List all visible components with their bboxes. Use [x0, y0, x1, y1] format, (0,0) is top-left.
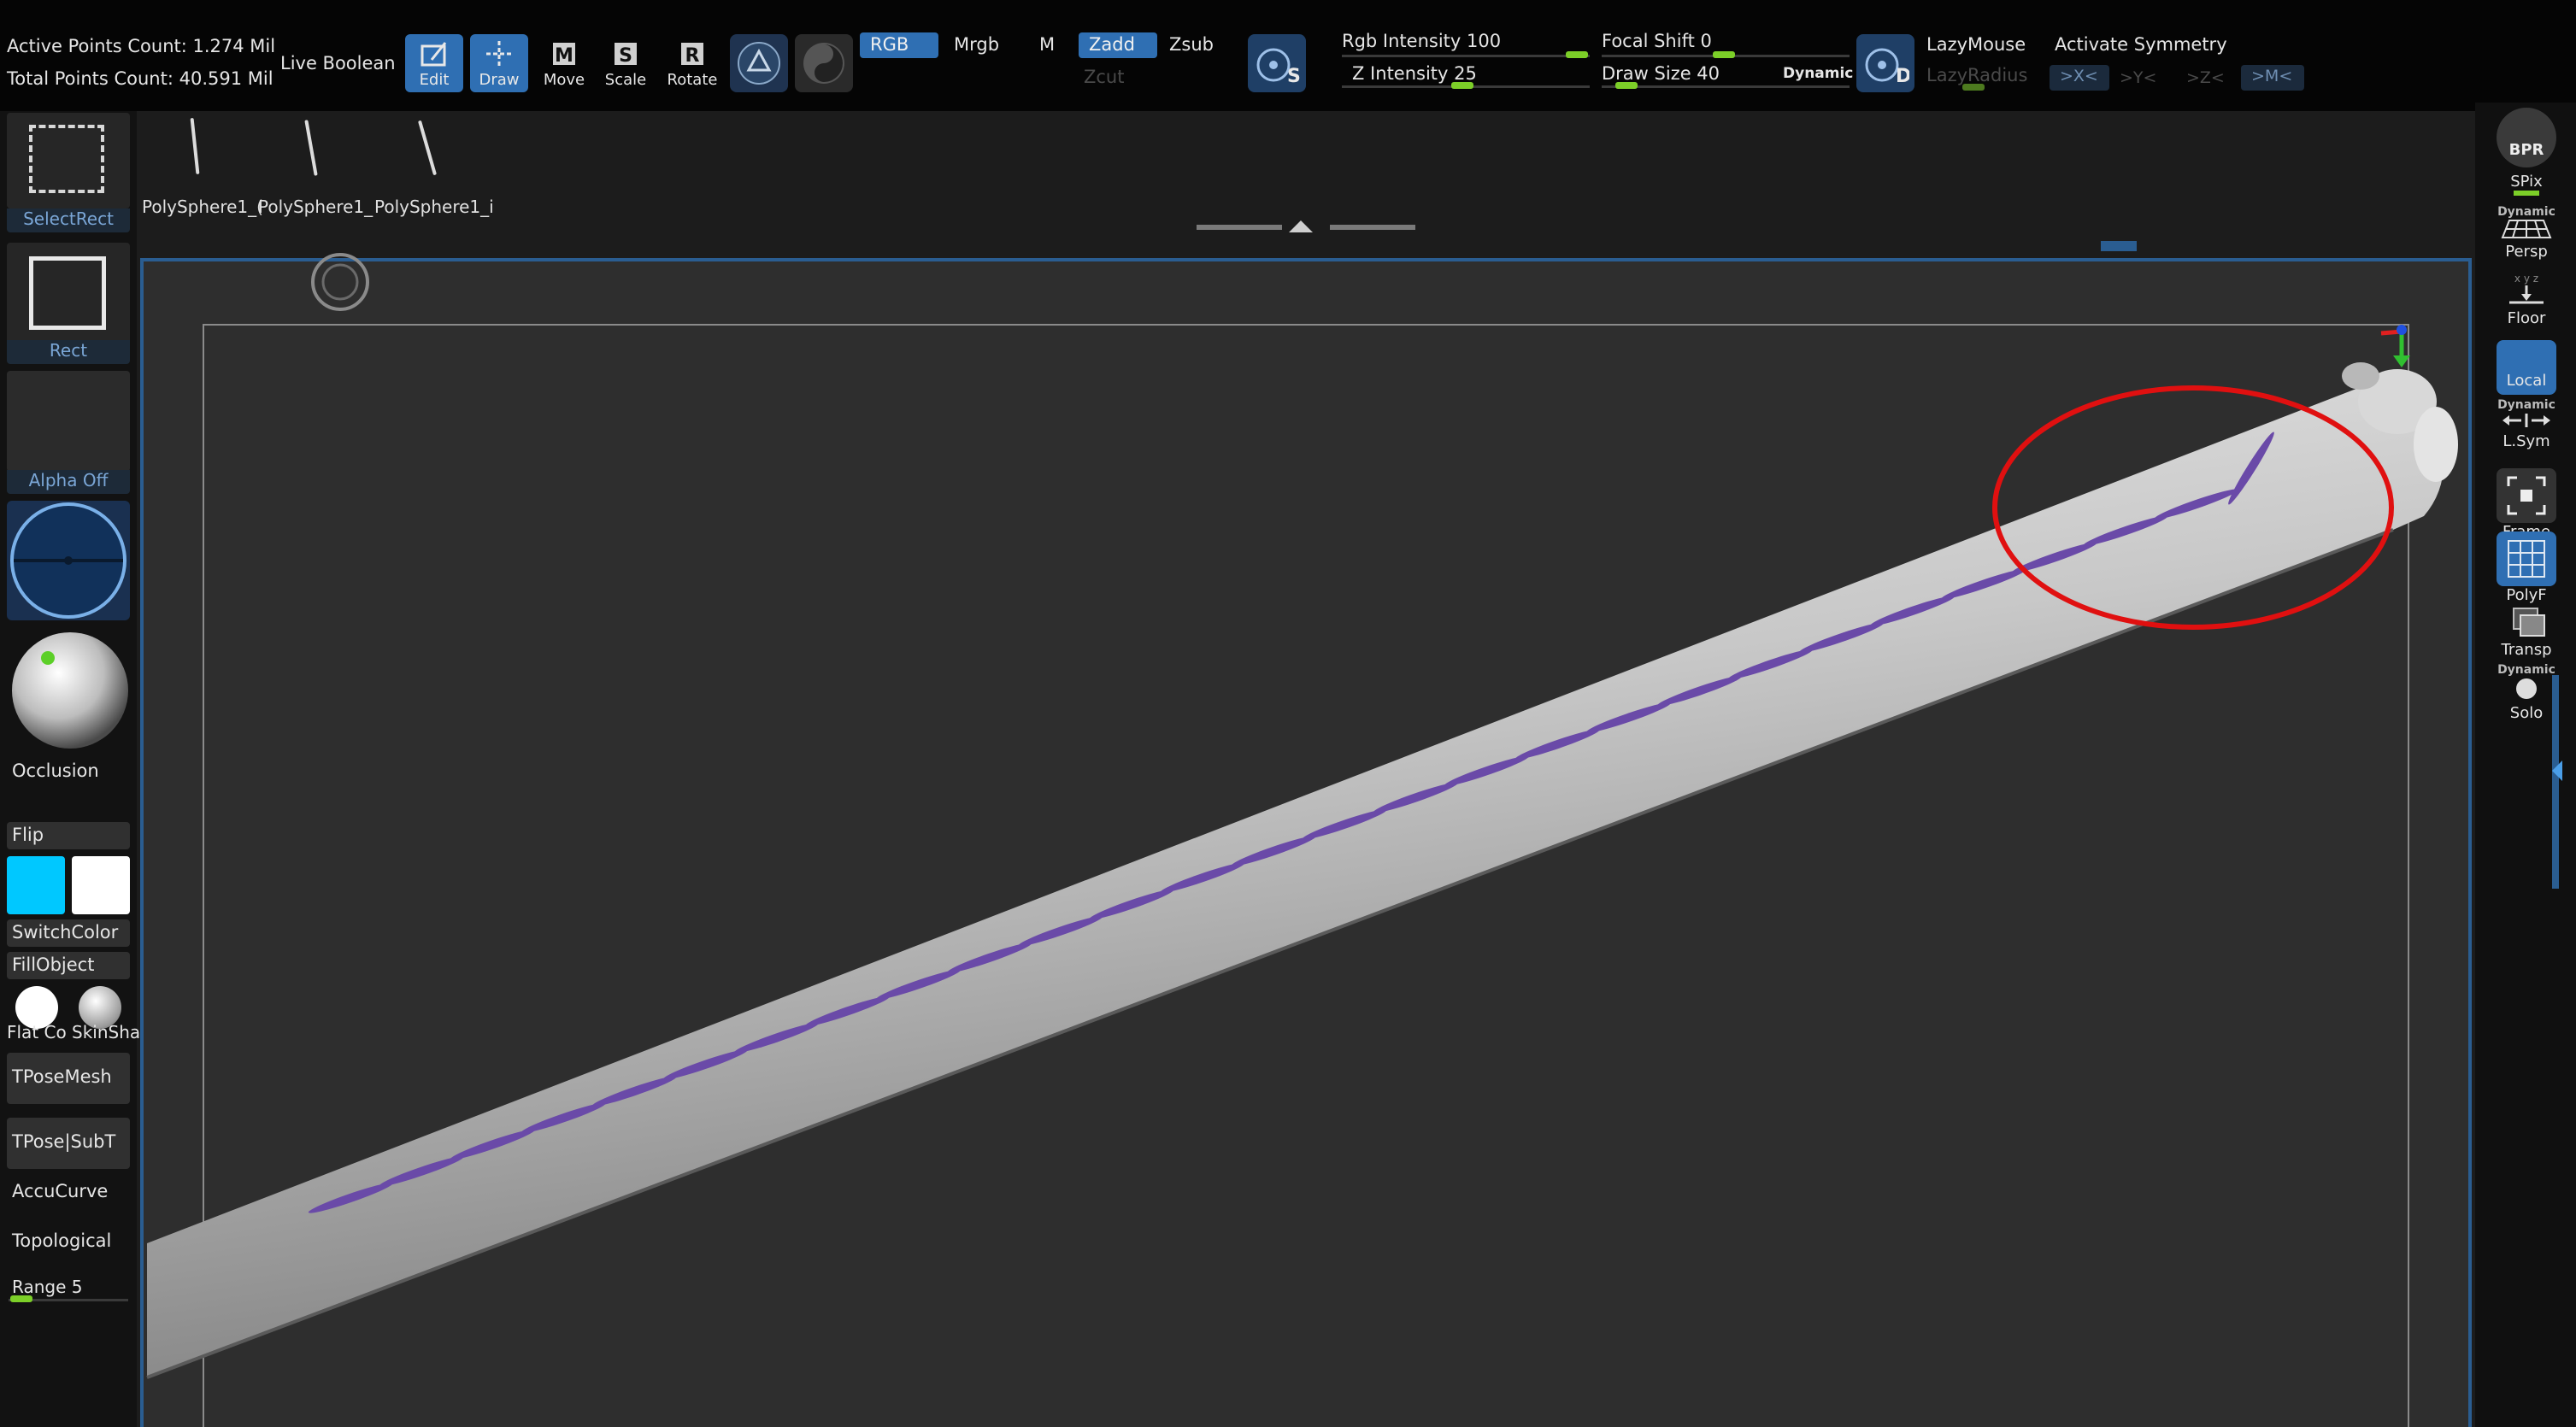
edit-icon — [419, 38, 450, 69]
dynamic-toggle[interactable]: Dynamic — [1783, 65, 1853, 82]
fill-object-button[interactable]: FillObject — [7, 952, 130, 979]
rgb-intensity-handle[interactable] — [1566, 51, 1588, 58]
scroll-indicator[interactable] — [2101, 241, 2137, 251]
bpr-button[interactable]: BPR — [2484, 108, 2569, 167]
lsym-button[interactable]: Dynamic L.Sym — [2484, 398, 2569, 450]
stroke-d-icon[interactable]: D — [1856, 34, 1914, 92]
tray-collapse-handle[interactable] — [1197, 220, 1415, 232]
select-rect-icon — [29, 125, 104, 193]
range-slider[interactable]: Range 5 — [12, 1277, 82, 1297]
draw-size-slider[interactable]: Draw Size 40 — [1602, 63, 1720, 84]
sym-x-button[interactable]: >X< — [2050, 65, 2109, 91]
active-points-count: Active Points Count: 1.274 Mil — [7, 36, 276, 56]
sym-y-button[interactable]: >Y< — [2120, 68, 2156, 87]
accucurve-button[interactable]: AccuCurve — [12, 1181, 108, 1201]
material-sphere-icon — [12, 632, 128, 749]
solo-icon — [2516, 678, 2537, 699]
local-button[interactable]: Local — [2484, 340, 2569, 395]
svg-text:S: S — [619, 45, 632, 67]
scale-icon: S — [610, 38, 641, 69]
transp-icon — [2513, 608, 2545, 637]
draw-button[interactable]: Draw — [470, 34, 528, 92]
material-label: Occlusion — [12, 760, 99, 781]
mrgb-button[interactable]: Mrgb — [954, 34, 999, 55]
svg-text:D: D — [1896, 66, 1909, 87]
svg-text:x y z: x y z — [2514, 273, 2538, 285]
m-button[interactable]: M — [1039, 34, 1055, 55]
live-boolean-button[interactable]: Live Boolean — [280, 53, 396, 73]
flat-color-button[interactable]: Flat Co — [7, 983, 68, 1042]
flip-button[interactable]: Flip — [7, 822, 130, 849]
stroke-thumb-icon — [304, 120, 318, 176]
draw-icon — [484, 38, 515, 69]
draw-size-handle[interactable] — [1615, 82, 1638, 89]
rgb-intensity-slider[interactable]: Rgb Intensity 100 — [1342, 31, 1501, 51]
document-canvas[interactable] — [140, 258, 2472, 1427]
stroke-thumb-icon — [190, 117, 200, 175]
stroke-thumb-icon — [417, 120, 438, 176]
floor-button[interactable]: x y z Floor — [2484, 272, 2569, 327]
secondary-color-swatch[interactable] — [72, 856, 130, 914]
z-intensity-handle[interactable] — [1451, 82, 1473, 89]
rect-icon — [29, 256, 106, 330]
bpr-icon: BPR — [2497, 108, 2556, 167]
local-icon: Local — [2497, 340, 2556, 395]
edit-button[interactable]: Edit — [405, 34, 463, 92]
stroke-s-icon[interactable]: S — [1248, 34, 1306, 92]
main-color-swatch[interactable] — [7, 856, 65, 914]
texture-button[interactable] — [7, 501, 130, 620]
gizmo-icon[interactable] — [730, 34, 788, 92]
zcut-button[interactable]: Zcut — [1084, 67, 1124, 87]
topological-button[interactable]: Topological — [12, 1230, 111, 1251]
right-shelf-scrollbar[interactable] — [2552, 675, 2559, 889]
rgb-button[interactable]: RGB — [860, 32, 938, 58]
svg-text:M: M — [555, 45, 573, 67]
tpose-mesh-button[interactable]: TPoseMesh — [7, 1053, 130, 1104]
persp-button[interactable]: Dynamic Persp — [2484, 205, 2569, 261]
focal-shift-slider[interactable]: Focal Shift 0 — [1602, 31, 1712, 51]
zsub-button[interactable]: Zsub — [1169, 34, 1214, 55]
rotate-icon: R — [677, 38, 708, 69]
lsym-arrows-icon — [2502, 414, 2550, 427]
z-intensity-slider[interactable]: Z Intensity 25 — [1352, 63, 1477, 84]
svg-text:R: R — [685, 45, 700, 67]
spix-handle — [2514, 191, 2539, 196]
transp-button[interactable]: Transp — [2484, 603, 2569, 659]
texture-sphere-icon — [10, 502, 126, 619]
chevron-right-icon[interactable] — [2552, 760, 2562, 781]
polyf-button[interactable]: PolyF — [2484, 531, 2569, 604]
total-points-count: Total Points Count: 40.591 Mil — [7, 68, 273, 89]
lazyradius-slider[interactable]: LazyRadius — [1926, 65, 2027, 85]
lazyradius-handle[interactable] — [1962, 84, 1985, 91]
switch-color-button[interactable]: SwitchColor — [7, 919, 130, 947]
sculptris-icon[interactable] — [795, 34, 853, 92]
range-handle[interactable] — [10, 1295, 32, 1302]
chevron-up-icon — [1289, 220, 1313, 232]
lazymouse-button[interactable]: LazyMouse — [1926, 34, 2026, 55]
persp-grid-icon — [2501, 220, 2552, 238]
rotate-button[interactable]: R Rotate — [663, 34, 721, 92]
draw-size-track[interactable] — [1602, 85, 1850, 88]
activate-symmetry-button[interactable]: Activate Symmetry — [2055, 34, 2227, 55]
floor-icon: x y z — [2509, 273, 2544, 304]
sym-m-button[interactable]: >M< — [2241, 65, 2304, 91]
svg-text:S: S — [1287, 66, 1301, 87]
frame-icon — [2497, 468, 2556, 523]
move-button[interactable]: M Move — [535, 34, 593, 92]
move-icon: M — [549, 38, 579, 69]
focal-shift-handle[interactable] — [1713, 51, 1735, 58]
top-toolbar: Active Points Count: 1.274 Mil Total Poi… — [0, 0, 2576, 111]
spix-slider[interactable]: SPix — [2484, 173, 2569, 196]
frame-button[interactable]: Frame — [2484, 468, 2569, 541]
rgb-intensity-track[interactable] — [1342, 55, 1590, 57]
sym-z-button[interactable]: >Z< — [2186, 68, 2225, 87]
zadd-button[interactable]: Zadd — [1079, 32, 1157, 58]
tpose-subt-button[interactable]: TPose|SubT — [7, 1118, 130, 1169]
material-button[interactable] — [7, 629, 130, 749]
skin-shade-button[interactable]: SkinSha — [72, 983, 140, 1042]
scale-button[interactable]: S Scale — [597, 34, 655, 92]
polyf-icon — [2497, 531, 2556, 586]
